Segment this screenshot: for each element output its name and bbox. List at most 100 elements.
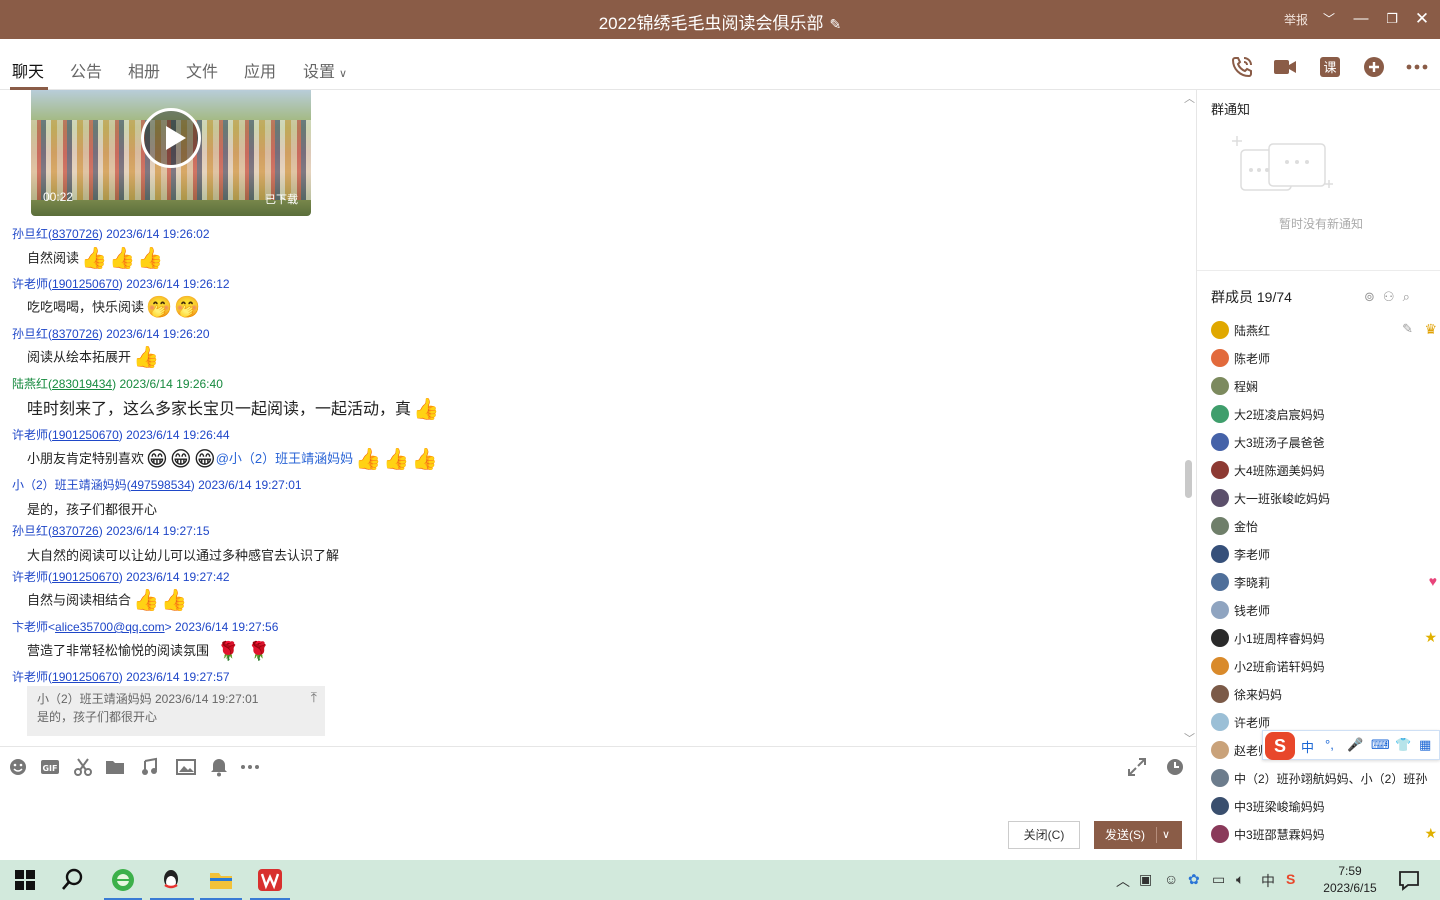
close-window-button[interactable]: ✕ <box>1411 8 1433 30</box>
sender-name[interactable]: 小（2）班王靖涵妈妈 <box>12 478 127 492</box>
folder-icon[interactable] <box>105 757 125 777</box>
windows-start-icon[interactable] <box>12 867 38 893</box>
mention-link[interactable]: @小（2）班王靖涵妈妈 <box>216 451 353 466</box>
gif-icon[interactable]: GIF <box>40 757 60 777</box>
ime-toolbar[interactable]: S 中 °, 🎤 ⌨ 👕 ▦ <box>1262 730 1440 760</box>
expand-icon[interactable] <box>1127 757 1147 777</box>
sender-qq[interactable]: 1901250670 <box>52 670 119 684</box>
file-explorer-icon[interactable] <box>208 867 234 893</box>
tray-expand-icon[interactable]: ︿ <box>1116 871 1130 891</box>
tab-album[interactable]: 相册 <box>128 58 160 82</box>
ime-punctuation-icon[interactable]: °, <box>1325 737 1334 752</box>
ime-chinese-mode[interactable]: 中 <box>1301 737 1314 756</box>
member-item[interactable]: 陈老师 <box>1211 347 1437 369</box>
sender-name[interactable]: 孙旦红 <box>12 227 48 241</box>
invite-member-icon[interactable]: ⚇ <box>1383 289 1403 304</box>
tray-display-icon[interactable]: ▭ <box>1212 871 1225 888</box>
member-item[interactable]: 中3班邵慧霖妈妈 ★ <box>1211 823 1437 845</box>
bell-icon[interactable] <box>209 757 229 777</box>
restore-button[interactable]: ❐ <box>1381 8 1403 30</box>
sender-email[interactable]: alice35700@qq.com <box>55 620 165 634</box>
member-item[interactable]: 徐来妈妈 <box>1211 683 1437 705</box>
member-item[interactable]: 大一班张峻屹妈妈 <box>1211 487 1437 509</box>
chat-message-list[interactable]: 00:22 已下载 孙旦红(8370726) 2023/6/14 19:26:0… <box>0 90 1196 746</box>
sender-name[interactable]: 卞老师 <box>12 620 48 634</box>
video-call-icon[interactable] <box>1273 55 1297 79</box>
tab-announcement[interactable]: 公告 <box>70 58 102 82</box>
scroll-up-arrow[interactable]: ︿ <box>1184 90 1195 106</box>
sender-qq[interactable]: 8370726 <box>52 227 99 241</box>
member-item[interactable]: 小1班周梓睿妈妈 ★ <box>1211 627 1437 649</box>
tab-settings[interactable]: 设置 ∨ <box>303 58 347 82</box>
qq-icon[interactable] <box>158 867 184 893</box>
taskbar-clock[interactable]: 7:59 2023/6/15 <box>1318 863 1382 897</box>
search-icon[interactable] <box>60 867 86 893</box>
emoji-icon[interactable] <box>8 757 28 777</box>
sender-name[interactable]: 许老师 <box>12 670 48 684</box>
sender-name[interactable]: 孙旦红 <box>12 524 48 538</box>
history-clock-icon[interactable] <box>1165 757 1185 777</box>
message-input-area[interactable]: GIF 关闭(C) 发送(S) ∨ <box>0 746 1196 860</box>
member-item[interactable]: 陆燕红 ✎ ♛ <box>1211 319 1437 341</box>
send-button[interactable]: 发送(S) ∨ <box>1094 821 1182 849</box>
edit-pencil-icon[interactable]: ✎ <box>830 16 842 33</box>
sender-qq[interactable]: 1901250670 <box>52 277 119 291</box>
tray-app-icon[interactable]: ▣ <box>1139 871 1152 888</box>
notification-center-icon[interactable] <box>1396 867 1422 893</box>
more-options-icon[interactable] <box>1405 55 1429 79</box>
music-icon[interactable] <box>140 757 160 777</box>
tray-volume-icon[interactable]: 🔈︎ <box>1236 871 1244 888</box>
sender-qq[interactable]: 8370726 <box>52 327 99 341</box>
sender-name[interactable]: 许老师 <box>12 570 48 584</box>
sender-qq[interactable]: 1901250670 <box>52 570 119 584</box>
tab-apps[interactable]: 应用 <box>244 58 276 82</box>
member-item[interactable]: 中3班梁峻瑜妈妈 <box>1211 795 1437 817</box>
member-item[interactable]: 大3班汤子晨爸爸 <box>1211 431 1437 453</box>
search-member-icon[interactable]: ⌕ <box>1403 289 1418 304</box>
member-item[interactable]: 金怡 <box>1211 515 1437 537</box>
more-tools-icon[interactable] <box>240 757 260 777</box>
quoted-reply[interactable]: 小（2）班王靖涵妈妈 2023/6/14 19:27:01 是的，孩子们都很开心… <box>27 686 325 736</box>
tray-ime-icon[interactable]: 中 <box>1261 871 1275 891</box>
tray-sogou-icon[interactable]: S <box>1286 871 1295 887</box>
member-item[interactable]: 大2班凌启宸妈妈 <box>1211 403 1437 425</box>
ime-skin-icon[interactable]: 👕 <box>1395 737 1411 753</box>
member-item[interactable]: 大4班陈逦美妈妈 <box>1211 459 1437 481</box>
member-item[interactable]: 李老师 <box>1211 543 1437 565</box>
jump-to-original-icon[interactable]: ⤒ <box>311 688 317 706</box>
sender-name[interactable]: 许老师 <box>12 428 48 442</box>
ime-toolbox-icon[interactable]: ▦ <box>1419 737 1431 753</box>
screenshot-scissors-icon[interactable] <box>73 757 93 777</box>
scroll-down-arrow[interactable]: ﹀ <box>1184 730 1195 746</box>
member-item[interactable]: 中（2）班孙翊航妈妈、小（2）班孙 <box>1211 767 1437 789</box>
sender-name[interactable]: 孙旦红 <box>12 327 48 341</box>
sogou-logo-icon[interactable]: S <box>1265 732 1295 760</box>
minimize-button[interactable]: — <box>1350 8 1372 30</box>
wps-office-icon[interactable] <box>257 867 283 893</box>
member-item[interactable]: 李晓莉 ♥ <box>1211 571 1437 593</box>
close-button[interactable]: 关闭(C) <box>1008 821 1080 849</box>
report-link[interactable]: 举报 <box>1284 11 1308 28</box>
browser-icon[interactable] <box>110 867 136 893</box>
add-app-icon[interactable] <box>1362 55 1386 79</box>
sender-qq[interactable]: 1901250670 <box>52 428 119 442</box>
tray-qq-icon[interactable]: ☺ <box>1164 871 1178 887</box>
edit-card-icon[interactable]: ✎ <box>1402 321 1413 337</box>
sender-qq[interactable]: 497598534 <box>131 478 191 492</box>
send-options-chevron-icon[interactable]: ∨ <box>1162 821 1170 849</box>
ime-voice-icon[interactable]: 🎤 <box>1347 737 1363 753</box>
chat-scrollbar-thumb[interactable] <box>1185 460 1192 498</box>
sender-qq[interactable]: 8370726 <box>52 524 99 538</box>
tray-network-icon[interactable]: ✿ <box>1188 871 1200 888</box>
play-icon[interactable] <box>141 108 201 168</box>
ime-keyboard-icon[interactable]: ⌨ <box>1371 737 1390 753</box>
tab-files[interactable]: 文件 <box>186 58 218 82</box>
image-icon[interactable] <box>176 757 196 777</box>
member-item[interactable]: 钱老师 <box>1211 599 1437 621</box>
sender-name[interactable]: 陆燕红 <box>12 377 48 391</box>
chat-members-icon[interactable]: ⊚ <box>1364 289 1383 304</box>
tab-chat[interactable]: 聊天 <box>12 58 44 82</box>
class-icon[interactable]: 课 <box>1318 55 1342 79</box>
video-message[interactable]: 00:22 已下载 <box>31 90 311 216</box>
voice-call-icon[interactable] <box>1230 55 1254 79</box>
